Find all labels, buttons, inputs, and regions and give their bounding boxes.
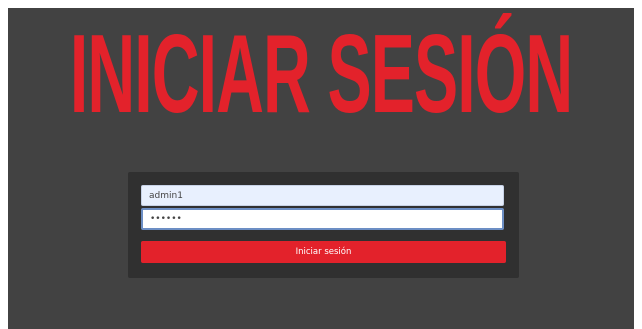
page-title-container: INICIAR SESIÓN xyxy=(8,13,634,138)
login-button[interactable]: Iniciar sesión xyxy=(141,241,506,263)
username-input[interactable] xyxy=(141,185,504,206)
login-form: Iniciar sesión xyxy=(128,172,519,278)
password-input[interactable] xyxy=(141,208,504,230)
page-background: INICIAR SESIÓN Iniciar sesión xyxy=(8,8,634,329)
page-title: INICIAR SESIÓN xyxy=(69,13,573,138)
